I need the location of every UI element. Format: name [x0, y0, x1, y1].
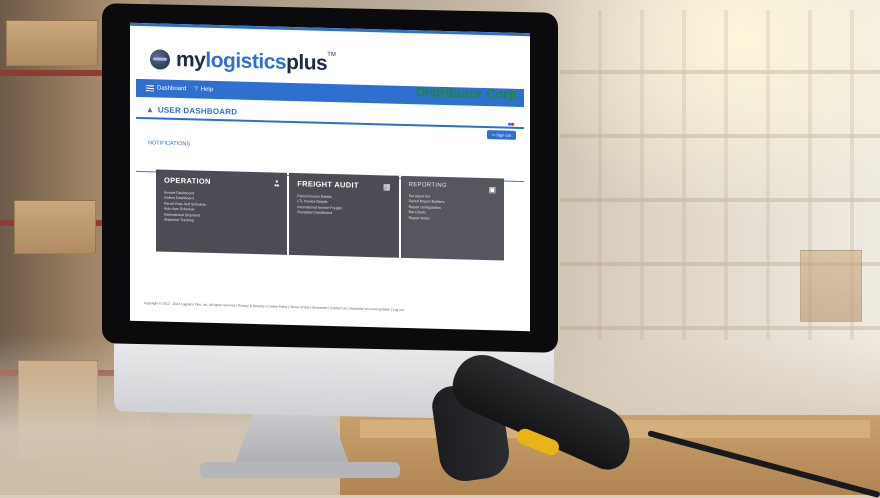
signout-icon: ↪ — [491, 132, 496, 138]
nav-dashboard-label: Dashboard — [157, 85, 187, 93]
globe-icon — [150, 49, 170, 70]
cardboard-box — [14, 200, 96, 254]
help-icon: ? — [194, 86, 198, 93]
monitor-report-icon: ▣ — [488, 185, 496, 195]
cardboard-box — [6, 20, 98, 66]
logo-trademark: TM — [327, 51, 336, 59]
logo-text-my: my — [176, 47, 206, 72]
menu-icon — [146, 85, 154, 92]
card-title-operation: OPERATION — [164, 175, 211, 186]
screen: mylogisticsplusTM Dashboard ? Help Distr… — [130, 22, 530, 332]
signout-label: Sign out — [496, 132, 511, 138]
card-operation[interactable]: OPERATION ■ ■■ Invoice Dashboard Orders D… — [156, 169, 288, 255]
nav-help-label: Help — [200, 86, 214, 93]
dashboard-cards: OPERATION ■ ■■ Invoice Dashboard Orders D… — [156, 169, 504, 261]
status-dots-icon — [508, 123, 514, 126]
notifications-link[interactable]: NOTIFICATIONS — [148, 140, 190, 147]
card-reporting[interactable]: REPORTING ▣ Set report list Saved Report… — [400, 175, 504, 261]
logo-text-logistics: logistics — [205, 48, 287, 74]
users-icon: ▲ — [146, 104, 154, 114]
nav-help[interactable]: ? Help — [194, 86, 213, 92]
logo[interactable]: mylogisticsplusTM — [150, 47, 336, 76]
card-freight-audit[interactable]: FREIGHT AUDIT ▦ Parcel Invoice Details L… — [289, 172, 399, 258]
card-link[interactable]: Reception Dashboard — [297, 210, 390, 218]
logo-text-plus: plus — [286, 50, 328, 75]
card-title-reporting: REPORTING — [408, 182, 447, 190]
calendar-icon: ■ ■■ — [274, 178, 280, 188]
card-title-freight-audit: FREIGHT AUDIT — [297, 179, 359, 190]
page-title: USER DASHBOARD — [157, 104, 238, 117]
cardboard-box — [800, 250, 862, 322]
boxes-icon: ▦ — [383, 182, 391, 192]
footer-copyright: Copyright © 2012 - 2022 Logistics Plus, … — [144, 301, 404, 312]
monitor-stand-base — [200, 462, 400, 478]
signout-button[interactable]: ↪ Sign out — [486, 130, 516, 140]
card-link[interactable]: Report Writer — [409, 216, 496, 224]
nav-dashboard[interactable]: Dashboard — [146, 85, 186, 92]
company-name: Distributor Corp. — [416, 84, 520, 102]
barcode-scanner — [428, 336, 880, 498]
